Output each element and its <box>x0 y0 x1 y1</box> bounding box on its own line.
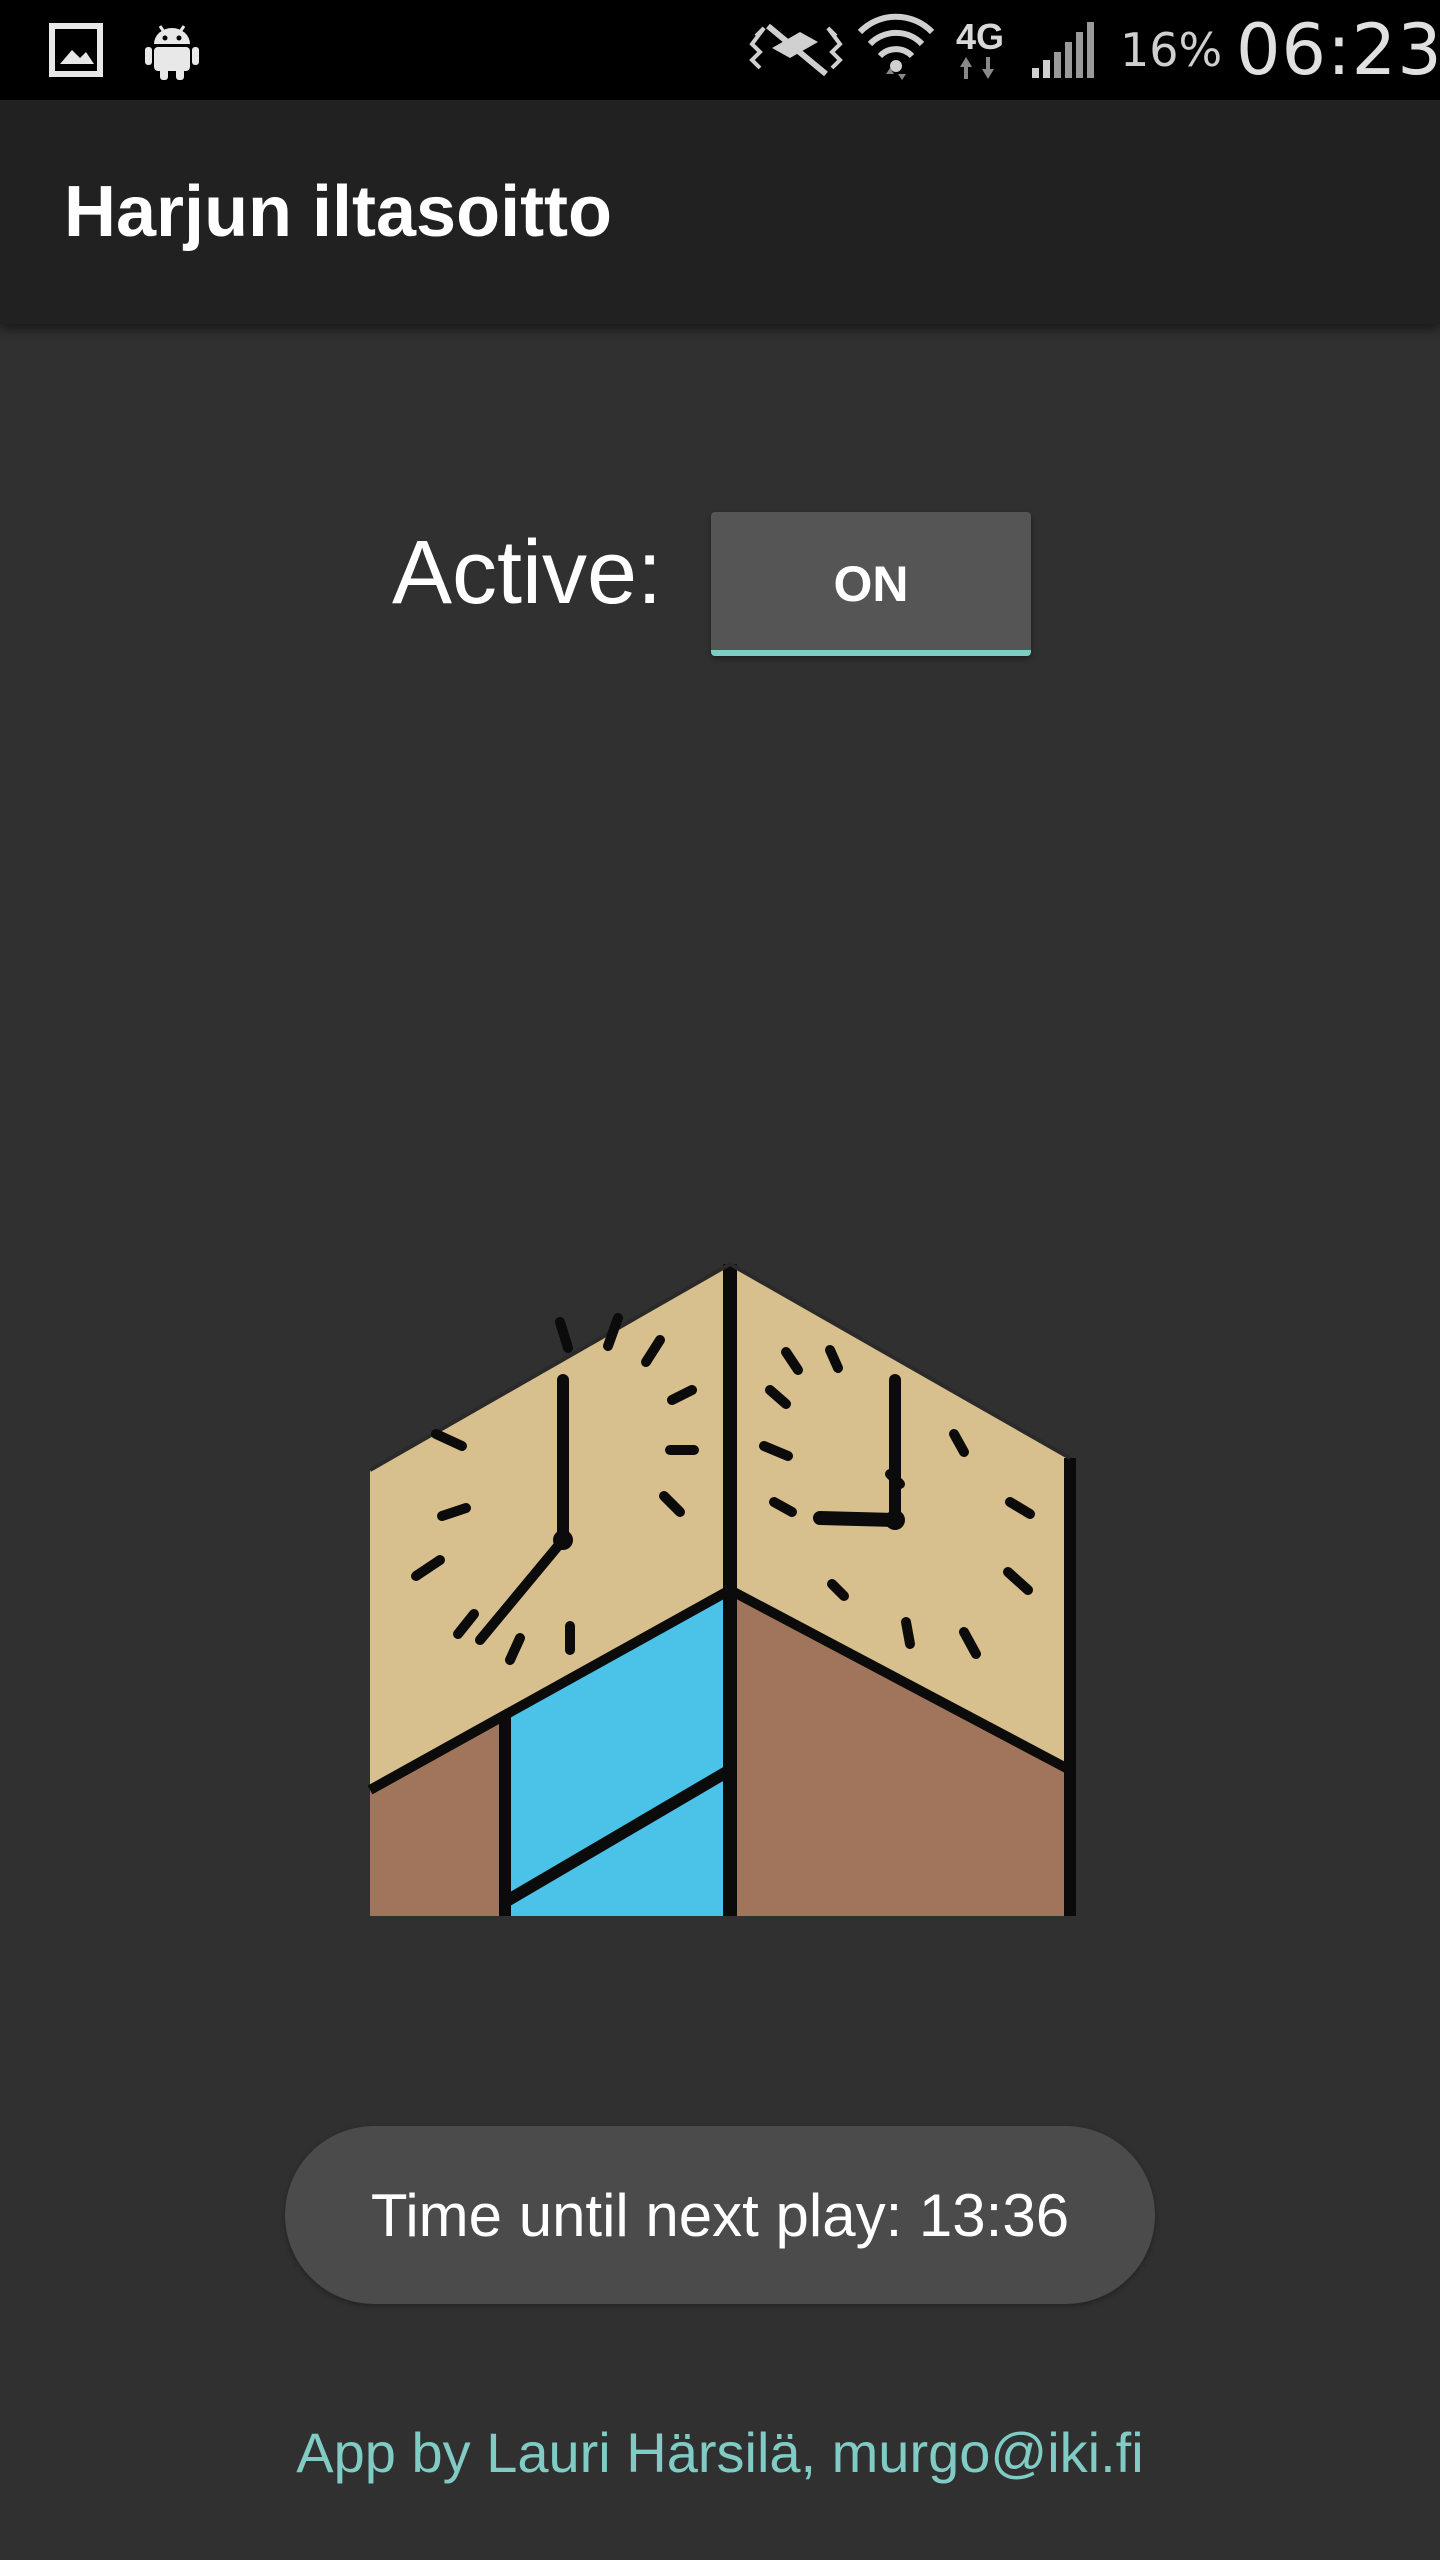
next-play-toast: Time until next play: 13:36 <box>285 2126 1155 2304</box>
app-title: Harjun iltasoitto <box>64 172 613 252</box>
wifi-icon <box>856 0 936 100</box>
gallery-icon <box>48 0 104 100</box>
status-bar: 4G 16% 06:23 <box>0 0 1440 100</box>
author-credits: App by Lauri Härsilä, murgo@iki.fi <box>296 2421 1144 2484</box>
battery-percentage: 16% <box>1120 23 1223 77</box>
toggle-indicator <box>711 650 1031 656</box>
app-bar: Harjun iltasoitto <box>0 100 1440 324</box>
active-label: Active: <box>392 523 663 623</box>
vibrate-icon <box>746 0 846 100</box>
status-clock: 06:23 <box>1236 9 1440 91</box>
android-icon <box>144 0 200 100</box>
4g-icon: 4G <box>956 0 1004 100</box>
network-type-label: 4G <box>956 16 1005 57</box>
signal-icon <box>1030 0 1100 100</box>
clock-tower-illustration <box>360 1250 1080 1930</box>
active-toggle-button[interactable]: ON <box>711 512 1031 656</box>
toggle-label: ON <box>833 556 909 612</box>
toast-text: Time until next play: 13:36 <box>370 2181 1070 2249</box>
